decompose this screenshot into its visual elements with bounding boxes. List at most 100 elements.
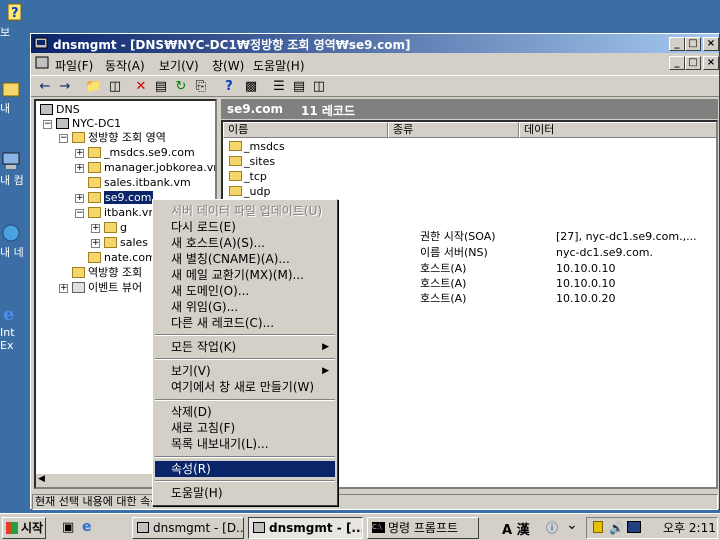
tree-node-forward-zones[interactable]: 정방향 조회 영역	[72, 131, 166, 145]
menu-window[interactable]: 창(W)	[212, 57, 244, 74]
menu-item-all-tasks[interactable]: 모든 작업(K) ▶	[155, 339, 335, 355]
network-tray-icon[interactable]	[627, 521, 641, 533]
taskbar-button-cmd[interactable]: C:\ 명령 프롬프트	[367, 517, 479, 539]
speaker-icon[interactable]: 🔊	[609, 518, 624, 538]
menu-item-help[interactable]: 도움말(H)	[155, 485, 335, 501]
clock[interactable]: 오후 2:11	[663, 518, 716, 538]
collapse-toggle[interactable]: −	[59, 134, 68, 143]
refresh-icon[interactable]: ↻	[173, 79, 189, 95]
taskbar-button-dnsmgmt-2[interactable]: dnsmgmt - [...	[248, 517, 363, 539]
tree-node-manager-jobkorea[interactable]: manager.jobkorea.vm	[88, 161, 215, 175]
help-icon[interactable]: ?	[221, 79, 237, 95]
security-shield-icon[interactable]	[593, 521, 603, 533]
column-header-data[interactable]: 데이터	[519, 122, 716, 138]
menu-action[interactable]: 동작(A)	[105, 57, 145, 74]
column-header-type[interactable]: 종류	[388, 122, 519, 138]
menu-help[interactable]: 도움말(H)	[253, 57, 305, 74]
console-icon[interactable]	[35, 56, 49, 70]
tree-node-dns[interactable]: DNS	[40, 103, 80, 117]
menu-item-new-alias[interactable]: 새 별칭(CNAME)(A)...	[155, 251, 335, 267]
help-icon[interactable]: ⓘ	[546, 519, 558, 536]
record-type[interactable]: 이름 서버(NS)	[420, 246, 488, 260]
tree-node-sales-itbank[interactable]: sales.itbank.vm	[88, 176, 191, 190]
expand-toggle[interactable]: +	[59, 284, 68, 293]
menu-view[interactable]: 보기(V)	[159, 57, 199, 74]
tree-node-nyc-dc1[interactable]: NYC-DC1	[56, 117, 121, 131]
title-bar[interactable]: dnsmgmt - [DNS₩NYC-DC1₩정방향 조회 영역₩se9.com…	[31, 34, 719, 53]
svg-text:?: ?	[11, 6, 19, 21]
desktop-icon-documents[interactable]: 내	[0, 78, 30, 115]
record-type[interactable]: 호스트(A)	[420, 277, 466, 291]
tree-node-label: 이벤트 뷰어	[88, 281, 143, 294]
start-button[interactable]: 시작	[2, 517, 46, 539]
expand-toggle[interactable]: +	[75, 149, 84, 158]
desktop-icon-ie[interactable]: e Int Ex	[0, 302, 30, 352]
child-restore-button[interactable]: □	[685, 56, 701, 70]
ime-indicator[interactable]: A 漢	[502, 519, 530, 538]
tree-node-se9-com[interactable]: se9.com	[88, 191, 153, 205]
windows-logo-icon	[6, 522, 18, 534]
expand-toggle[interactable]: +	[91, 224, 100, 233]
tree-node-event-viewer[interactable]: 이벤트 뷰어	[72, 281, 142, 295]
record-type[interactable]: 권한 시작(SOA)	[420, 230, 496, 244]
menu-item-reload[interactable]: 다시 로드(E)	[155, 219, 335, 235]
expand-toggle[interactable]: +	[75, 194, 84, 203]
tree-node-reverse-zones[interactable]: 역방향 조회	[72, 266, 142, 280]
ie-quicklaunch-icon[interactable]: e	[82, 519, 92, 535]
collapse-toggle[interactable]: −	[43, 120, 52, 129]
record-data: 10.10.0.20	[556, 292, 616, 305]
detail-icon[interactable]: ▤	[291, 79, 307, 95]
tree-node-itbank[interactable]: itbank.vm	[88, 206, 159, 220]
record-type[interactable]: 호스트(A)	[420, 262, 466, 276]
folder-icon	[229, 156, 242, 166]
back-icon[interactable]: ←	[37, 79, 53, 95]
list-item[interactable]: _msdcs	[229, 140, 285, 154]
menu-file[interactable]: 파일(F)	[55, 57, 93, 74]
minimize-button[interactable]: _	[669, 37, 685, 51]
menu-item-delete[interactable]: 삭제(D)	[155, 404, 335, 420]
desktop-icon-help[interactable]: ? 보	[0, 2, 30, 39]
list-item[interactable]: _tcp	[229, 170, 267, 184]
desktop-icon-network[interactable]: 내 네	[0, 222, 30, 259]
menu-item-update-server-file[interactable]: 서버 데이터 파일 업데이트(U)	[155, 203, 335, 219]
expand-toggle[interactable]: +	[75, 164, 84, 173]
tree-node-sales[interactable]: sales	[104, 236, 148, 250]
menu-item-properties[interactable]: 속성(R)	[155, 461, 335, 477]
child-minimize-button[interactable]: _	[669, 56, 685, 70]
expand-toggle[interactable]: +	[91, 239, 100, 248]
desktop-icon-computer[interactable]: 내 컴	[0, 150, 30, 187]
properties-icon[interactable]: ▤	[153, 79, 169, 95]
list-icon[interactable]: ☰	[271, 79, 287, 95]
language-bar-arrow-icon[interactable]: ⌄	[566, 517, 578, 533]
menu-item-other-records[interactable]: 다른 새 레코드(C)...	[155, 315, 335, 331]
collapse-toggle[interactable]: −	[75, 209, 84, 218]
menu-item-view[interactable]: 보기(V) ▶	[155, 363, 335, 379]
menu-item-refresh[interactable]: 새로 고침(F)	[155, 420, 335, 436]
tree-node-nate[interactable]: nate.com	[88, 251, 156, 265]
console-icon[interactable]: ▩	[243, 79, 259, 95]
up-icon[interactable]: 📁	[85, 79, 101, 95]
export-icon[interactable]: ⎘	[193, 79, 209, 95]
record-type[interactable]: 호스트(A)	[420, 292, 466, 306]
close-button[interactable]: ×	[703, 37, 719, 51]
delete-icon[interactable]: ✕	[133, 79, 149, 95]
menu-item-new-window[interactable]: 여기에서 창 새로 만들기(W)	[155, 379, 335, 395]
list-item[interactable]: _udp	[229, 185, 270, 199]
menu-item-new-domain[interactable]: 새 도메인(O)...	[155, 283, 335, 299]
menu-item-new-delegation[interactable]: 새 위임(G)...	[155, 299, 335, 315]
tree-node-msdcs[interactable]: _msdcs.se9.com	[88, 146, 195, 160]
menu-item-new-host[interactable]: 새 호스트(A)(S)...	[155, 235, 335, 251]
maximize-button[interactable]: □	[685, 37, 701, 51]
scroll-left-icon[interactable]: ◀	[38, 474, 45, 484]
filter-icon[interactable]: ◫	[311, 79, 327, 95]
forward-icon[interactable]: →	[57, 79, 73, 95]
child-close-button[interactable]: ×	[703, 56, 719, 70]
tree-node-g[interactable]: g	[104, 221, 127, 235]
show-tree-icon[interactable]: ◫	[107, 79, 123, 95]
menu-item-new-mx[interactable]: 새 메일 교환기(MX)(M)...	[155, 267, 335, 283]
column-header-name[interactable]: 이름	[223, 122, 388, 138]
menu-item-export-list[interactable]: 목록 내보내기(L)...	[155, 436, 335, 452]
show-desktop-icon[interactable]: ▣	[62, 520, 74, 535]
taskbar-button-dnsmgmt-1[interactable]: dnsmgmt - [D...	[132, 517, 244, 539]
list-item[interactable]: _sites	[229, 155, 275, 169]
